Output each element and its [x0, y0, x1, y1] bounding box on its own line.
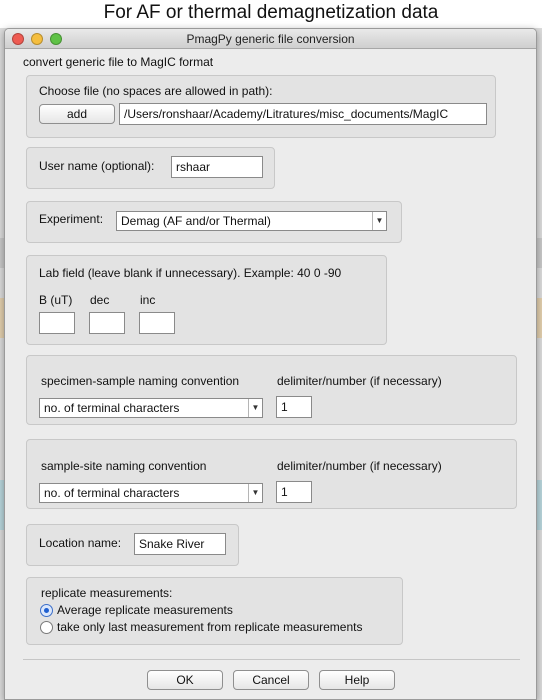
specimen-sample-select[interactable]: no. of terminal characters ▼	[39, 398, 263, 418]
replicate-label: replicate measurements:	[41, 586, 173, 600]
figure-caption: For AF or thermal demagnetization data	[103, 2, 439, 23]
specimen-sample-delimiter-input[interactable]: 1	[276, 396, 312, 418]
replicate-group: replicate measurements: Average replicat…	[26, 577, 403, 645]
chevron-down-icon: ▼	[372, 212, 386, 230]
sample-site-group: sample-site naming convention delimiter/…	[26, 439, 517, 509]
title-bar: PmagPy generic file conversion	[5, 29, 536, 49]
lab-field-label: Lab field (leave blank if unnecessary). …	[39, 266, 342, 280]
cancel-button[interactable]: Cancel	[233, 670, 309, 690]
sample-site-delimiter-input[interactable]: 1	[276, 481, 312, 503]
experiment-select[interactable]: Demag (AF and/or Thermal) ▼	[116, 211, 387, 231]
location-field[interactable]: Snake River	[134, 533, 226, 555]
dec-input[interactable]	[89, 312, 125, 334]
radio-last-only-label[interactable]: take only last measurement from replicat…	[57, 620, 362, 634]
dec-label: dec	[90, 293, 110, 307]
specimen-sample-group: specimen-sample naming convention delimi…	[26, 355, 517, 425]
add-file-button[interactable]: add	[39, 104, 115, 124]
divider	[23, 659, 520, 660]
inc-input[interactable]	[139, 312, 175, 334]
radio-last-only[interactable]	[40, 621, 53, 634]
choose-file-group: Choose file (no spaces are allowed in pa…	[26, 75, 496, 138]
lab-field-group: Lab field (leave blank if unnecessary). …	[26, 255, 387, 345]
experiment-selected-value: Demag (AF and/or Thermal)	[121, 214, 271, 228]
choose-file-label: Choose file (no spaces are allowed in pa…	[39, 84, 273, 98]
user-name-field[interactable]: rshaar	[171, 156, 263, 178]
sample-site-select[interactable]: no. of terminal characters ▼	[39, 483, 263, 503]
sample-site-label: sample-site naming convention	[41, 459, 207, 473]
inc-label: inc	[140, 293, 156, 307]
location-label: Location name:	[39, 536, 122, 550]
b-field-label: B (uT)	[39, 293, 73, 307]
location-group: Location name: Snake River	[26, 524, 239, 566]
radio-average[interactable]	[40, 604, 53, 617]
window-title: PmagPy generic file conversion	[186, 32, 355, 46]
dialog-heading: convert generic file to MagIC format	[23, 55, 214, 69]
b-field-input[interactable]	[39, 312, 75, 334]
conversion-dialog: PmagPy generic file conversion convert g…	[4, 28, 537, 700]
radio-average-label[interactable]: Average replicate measurements	[57, 603, 233, 617]
specimen-sample-delimiter-label: delimiter/number (if necessary)	[277, 374, 442, 388]
experiment-group: Experiment: Demag (AF and/or Thermal) ▼	[26, 201, 402, 243]
chevron-down-icon: ▼	[248, 399, 262, 417]
experiment-label: Experiment:	[39, 212, 104, 226]
help-button[interactable]: Help	[319, 670, 395, 690]
ok-button[interactable]: OK	[147, 670, 223, 690]
user-name-label: User name (optional):	[39, 159, 155, 173]
user-name-group: User name (optional): rshaar	[26, 147, 275, 189]
specimen-sample-label: specimen-sample naming convention	[41, 374, 240, 388]
sample-site-delimiter-label: delimiter/number (if necessary)	[277, 459, 442, 473]
file-path-field[interactable]: /Users/ronshaar/Academy/Litratures/misc_…	[119, 103, 487, 125]
sample-site-selected-value: no. of terminal characters	[44, 486, 180, 500]
specimen-sample-selected-value: no. of terminal characters	[44, 401, 180, 415]
chevron-down-icon: ▼	[248, 484, 262, 502]
